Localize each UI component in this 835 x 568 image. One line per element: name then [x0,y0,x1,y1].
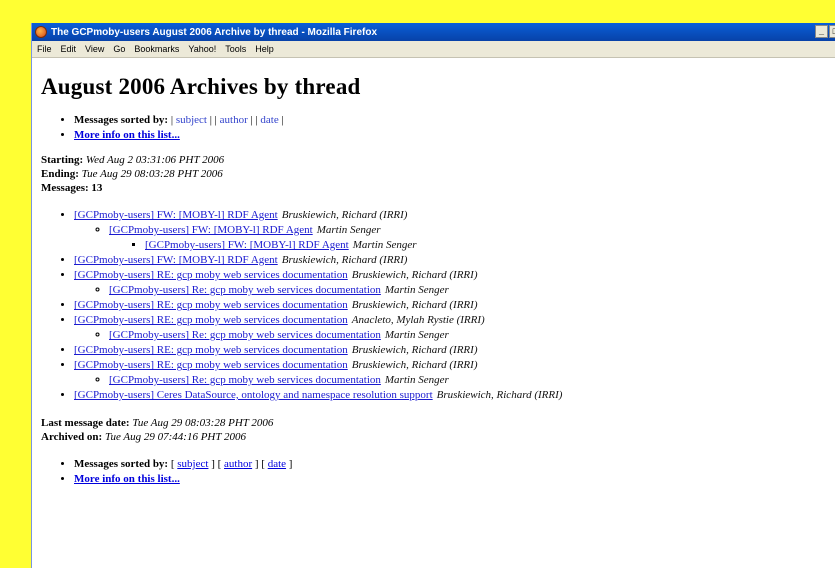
sort-by-subject-link[interactable]: subject [176,114,207,126]
more-info-link[interactable]: More info on this list... [74,129,180,141]
thread-author: Anacleto, Mylah Rystie (IRRI) [351,314,485,326]
thread-author: Bruskiewich, Richard (IRRI) [351,344,478,356]
thread-reply-item: [GCPmoby-users] Re: gcp moby web service… [109,328,835,343]
starting-label: Starting: [41,154,84,166]
sort-by-subject-link-bottom[interactable]: subject [177,458,208,470]
thread-author: Martin Senger [384,329,449,341]
sort-by-author-link[interactable]: author [220,114,248,126]
thread-subject-link[interactable]: [GCPmoby-users] FW: [MOBY-l] RDF Agent [74,209,278,221]
thread-author: Martin Senger [384,374,449,386]
thread-subject-link[interactable]: [GCPmoby-users] RE: gcp moby web service… [74,314,348,326]
page-content: August 2006 Archives by thread Messages … [32,73,835,487]
sort-label-bottom: Messages sorted by: [74,458,169,470]
thread-subject-link[interactable]: [GCPmoby-users] FW: [MOBY-l] RDF Agent [145,239,349,251]
menu-edit[interactable]: Edit [61,44,77,54]
menu-file[interactable]: File [37,44,52,54]
top-navigation: Messages sorted by: | subject | | author… [41,113,835,143]
firefox-icon [35,26,47,38]
ending-label: Ending: [41,168,79,180]
thread-item: [GCPmoby-users] FW: [MOBY-l] RDF AgentBr… [74,208,835,253]
minimize-button[interactable]: _ [815,25,828,38]
thread-subject-link[interactable]: [GCPmoby-users] RE: gcp moby web service… [74,269,348,281]
window-title: The GCPmoby-users August 2006 Archive by… [51,26,378,38]
thread-reply-item: [GCPmoby-users] FW: [MOBY-l] RDF AgentMa… [109,223,835,253]
more-info-item: More info on this list... [74,128,835,143]
messages-label: Messages: [41,182,89,194]
page-title: August 2006 Archives by thread [41,74,361,99]
thread-author: Martin Senger [316,224,381,236]
thread-item: [GCPmoby-users] RE: gcp moby web service… [74,313,835,343]
thread-subject-link[interactable]: [GCPmoby-users] Re: gcp moby web service… [109,329,381,341]
ending-value: Tue Aug 29 08:03:28 PHT 2006 [81,168,223,180]
last-date-label: Last message date: [41,417,130,429]
messages-count: 13 [91,182,103,194]
thread-author: Bruskiewich, Richard (IRRI) [351,299,478,311]
thread-subject-link[interactable]: [GCPmoby-users] RE: gcp moby web service… [74,344,348,356]
thread-subject-link[interactable]: [GCPmoby-users] FW: [MOBY-l] RDF Agent [74,254,278,266]
sort-options-bottom: Messages sorted by: [ subject ] [ author… [74,457,835,472]
archived-label: Archived on: [41,431,103,443]
thread-reply-item: [GCPmoby-users] Re: gcp moby web service… [109,373,835,388]
sort-label: Messages sorted by: [74,114,169,126]
menu-yahoo[interactable]: Yahoo! [188,44,216,54]
sort-options: Messages sorted by: | subject | | author… [74,113,835,128]
thread-author: Martin Senger [352,239,417,251]
more-info-item-bottom: More info on this list... [74,472,835,487]
thread-item: [GCPmoby-users] FW: [MOBY-l] RDF AgentBr… [74,253,835,268]
thread-subject-link[interactable]: [GCPmoby-users] FW: [MOBY-l] RDF Agent [109,224,313,236]
thread-reply-item: [GCPmoby-users] Re: gcp moby web service… [109,283,835,298]
menu-bookmarks[interactable]: Bookmarks [134,44,179,54]
sort-by-date-link[interactable]: date [260,114,278,126]
thread-subject-link[interactable]: [GCPmoby-users] RE: gcp moby web service… [74,359,348,371]
thread-item: [GCPmoby-users] RE: gcp moby web service… [74,268,835,298]
thread-author: Bruskiewich, Richard (IRRI) [281,254,408,266]
thread-reply-item: [GCPmoby-users] FW: [MOBY-l] RDF AgentMa… [145,238,835,253]
thread-author: Bruskiewich, Richard (IRRI) [436,389,563,401]
archived-value: Tue Aug 29 07:44:16 PHT 2006 [104,431,247,443]
menu-bar: File Edit View Go Bookmarks Yahoo! Tools… [32,41,835,58]
thread-item: [GCPmoby-users] RE: gcp moby web service… [74,358,835,388]
menu-help[interactable]: Help [255,44,274,54]
menu-go[interactable]: Go [113,44,125,54]
sort-by-date-link-bottom[interactable]: date [268,458,286,470]
thread-author: Bruskiewich, Richard (IRRI) [351,359,478,371]
thread-item: [GCPmoby-users] RE: gcp moby web service… [74,298,835,313]
archive-meta: Starting: Wed Aug 2 03:31:06 PHT 2006 En… [41,153,835,195]
thread-author: Bruskiewich, Richard (IRRI) [281,209,408,221]
last-date-value: Tue Aug 29 08:03:28 PHT 2006 [132,417,274,429]
starting-value: Wed Aug 2 03:31:06 PHT 2006 [85,154,225,166]
thread-subject-link[interactable]: [GCPmoby-users] Re: gcp moby web service… [109,284,381,296]
bottom-navigation: Messages sorted by: [ subject ] [ author… [41,457,835,487]
browser-window: The GCPmoby-users August 2006 Archive by… [31,23,835,568]
title-bar: The GCPmoby-users August 2006 Archive by… [32,23,835,41]
window-controls: _ □ [815,25,835,38]
thread-subject-link[interactable]: [GCPmoby-users] RE: gcp moby web service… [74,299,348,311]
thread-subject-link[interactable]: [GCPmoby-users] Re: gcp moby web service… [109,374,381,386]
thread-subject-link[interactable]: [GCPmoby-users] Ceres DataSource, ontolo… [74,389,433,401]
maximize-button[interactable]: □ [829,25,835,38]
sort-by-author-link-bottom[interactable]: author [224,458,252,470]
thread-author: Bruskiewich, Richard (IRRI) [351,269,478,281]
more-info-link-bottom[interactable]: More info on this list... [74,473,180,485]
thread-author: Martin Senger [384,284,449,296]
thread-list: [GCPmoby-users] FW: [MOBY-l] RDF AgentBr… [41,208,835,403]
menu-view[interactable]: View [85,44,104,54]
thread-item: [GCPmoby-users] Ceres DataSource, ontolo… [74,388,835,403]
footer-meta: Last message date: Tue Aug 29 08:03:28 P… [41,416,835,444]
thread-item: [GCPmoby-users] RE: gcp moby web service… [74,343,835,358]
menu-tools[interactable]: Tools [225,44,246,54]
